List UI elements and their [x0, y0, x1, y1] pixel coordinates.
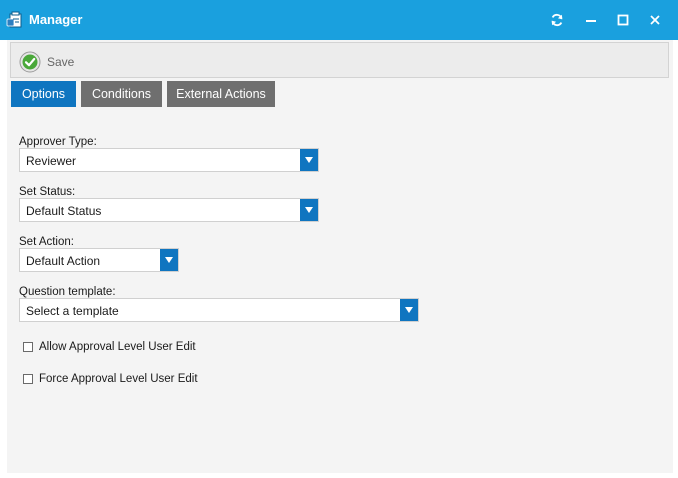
approver-type-value: Reviewer: [26, 154, 77, 168]
set-action-label: Set Action:: [19, 236, 74, 248]
question-template-label: Question template:: [19, 286, 116, 298]
set-action-select[interactable]: Default Action: [19, 248, 179, 272]
app-icon: [6, 11, 24, 29]
refresh-button[interactable]: [546, 10, 568, 30]
toolbar: Save: [10, 42, 669, 78]
force-edit-label: Force Approval Level User Edit: [39, 373, 198, 385]
question-template-select[interactable]: Select a template: [19, 298, 419, 322]
force-edit-checkbox-row[interactable]: Force Approval Level User Edit: [23, 373, 198, 385]
tab-options[interactable]: Options: [11, 81, 76, 107]
allow-edit-checkbox-row[interactable]: Allow Approval Level User Edit: [23, 341, 196, 353]
dropdown-arrow-icon: [400, 299, 418, 321]
content-panel: Save Options Conditions External Actions…: [7, 40, 673, 473]
tab-label: Conditions: [91, 87, 152, 101]
close-icon: [649, 14, 661, 26]
tab-label: Options: [21, 87, 66, 101]
allow-edit-label: Allow Approval Level User Edit: [39, 341, 196, 353]
tab-label: External Actions: [176, 87, 266, 101]
set-status-value: Default Status: [26, 204, 102, 218]
maximize-icon: [617, 14, 629, 26]
set-status-label: Set Status:: [19, 186, 76, 198]
refresh-icon: [550, 13, 564, 27]
checkmark-icon: [19, 51, 41, 73]
set-action-value: Default Action: [26, 254, 101, 268]
question-template-value: Select a template: [26, 304, 119, 318]
minimize-button[interactable]: [580, 10, 602, 30]
approver-type-select[interactable]: Reviewer: [19, 148, 319, 172]
allow-edit-checkbox[interactable]: [23, 342, 33, 352]
tab-conditions[interactable]: Conditions: [81, 81, 162, 107]
close-button[interactable]: [644, 10, 666, 30]
save-button[interactable]: Save: [19, 51, 74, 73]
tab-external-actions[interactable]: External Actions: [167, 81, 275, 107]
maximize-button[interactable]: [612, 10, 634, 30]
approver-type-label: Approver Type:: [19, 136, 97, 148]
minimize-icon: [585, 14, 597, 26]
title-bar: Manager: [0, 0, 678, 40]
window-title: Manager: [29, 12, 83, 27]
dropdown-arrow-icon: [300, 199, 318, 221]
dropdown-arrow-icon: [160, 249, 178, 271]
set-status-select[interactable]: Default Status: [19, 198, 319, 222]
dropdown-arrow-icon: [300, 149, 318, 171]
save-label: Save: [47, 55, 75, 69]
force-edit-checkbox[interactable]: [23, 374, 33, 384]
